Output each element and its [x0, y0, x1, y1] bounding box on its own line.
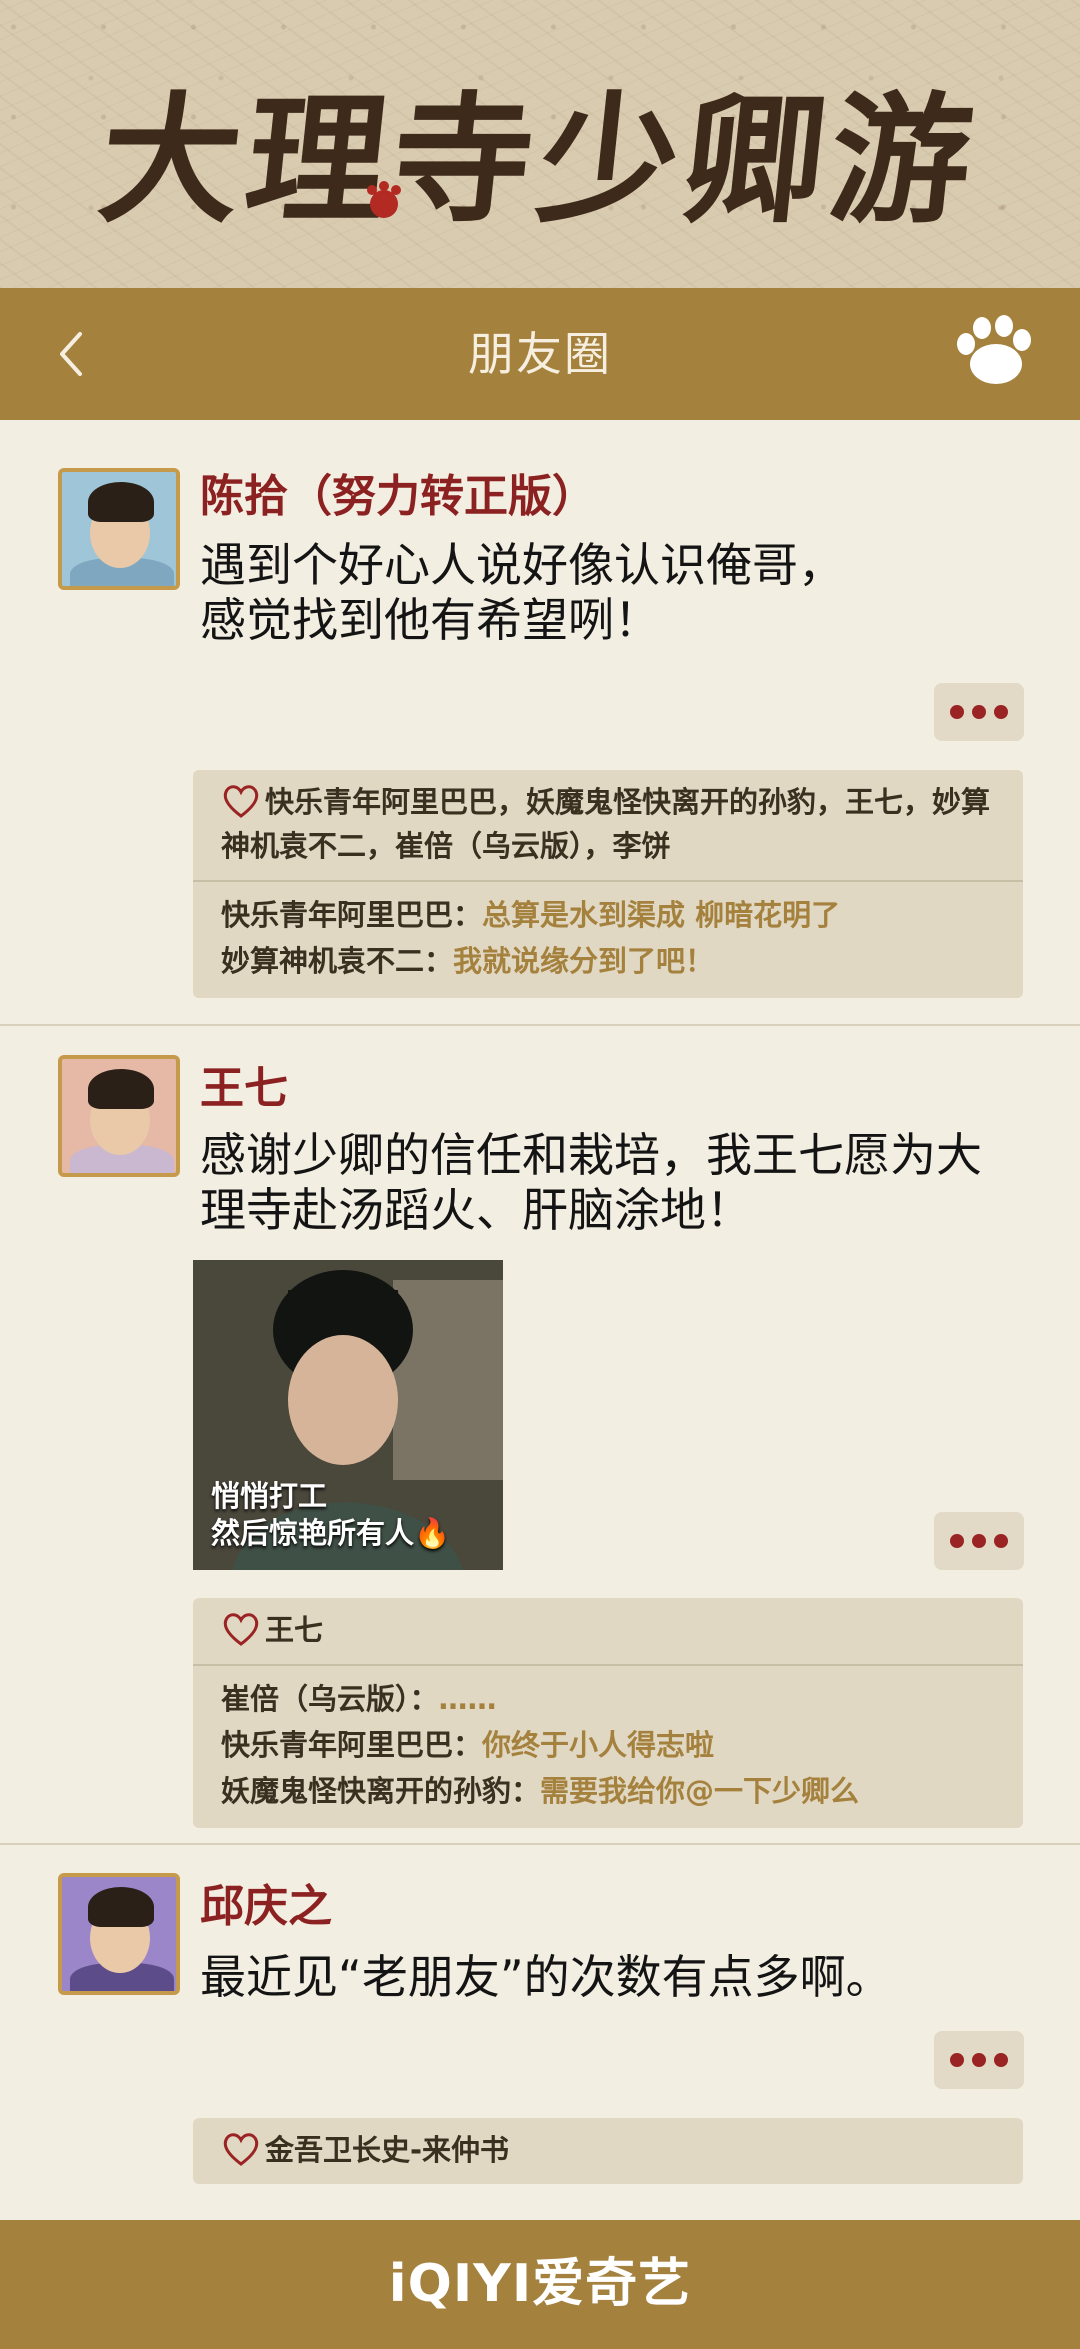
post-text: 感谢少卿的信任和栽培，我王七愿为大 理寺赴汤蹈火、肝脑涂地！ — [200, 1128, 982, 1237]
avatar[interactable] — [58, 1873, 180, 1995]
banner-title: 大理寺少卿游 — [92, 79, 986, 243]
footer: iQIYI爱奇艺 — [0, 2220, 1080, 2349]
post-author[interactable]: 邱庆之 — [200, 1870, 332, 1934]
heart-icon[interactable] — [221, 2132, 261, 2166]
banner: 大理寺少卿游 — [0, 0, 1080, 288]
more-button[interactable] — [934, 683, 1024, 741]
back-icon[interactable] — [52, 328, 92, 380]
divider — [0, 1024, 1080, 1026]
post-text: 最近见“老朋友”的次数有点多啊。 — [200, 1950, 892, 2004]
moments-page: 大理寺少卿游 朋友圈 陈拾（努力转正版） 遇到个好心人说好像认识俺哥， 感觉找到… — [0, 0, 1080, 2349]
post-author[interactable]: 王七 — [200, 1052, 288, 1116]
paw-icon[interactable] — [954, 314, 1036, 390]
top-bar: 朋友圈 — [0, 288, 1080, 420]
comment-item[interactable]: 快乐青年阿里巴巴：总算是水到渠成 柳暗花明了 — [221, 892, 995, 938]
photo-caption: 悄悄打工 然后惊艳所有人🔥 — [211, 1479, 451, 1550]
interaction-box: 快乐青年阿里巴巴，妖魔鬼怪快离开的孙豹，王七，妙算神机袁不二，崔倍（乌云版），李… — [193, 770, 1023, 998]
iqiyi-logo: iQIYI爱奇艺 — [388, 2254, 692, 2314]
more-button[interactable] — [934, 2031, 1024, 2089]
comment-item[interactable]: 妙算神机袁不二：我就说缘分到了吧！ — [221, 938, 995, 984]
likes-row: 快乐青年阿里巴巴，妖魔鬼怪快离开的孙豹，王七，妙算神机袁不二，崔倍（乌云版），李… — [193, 770, 1023, 880]
interaction-box: 王七 崔倍（乌云版）：…… 快乐青年阿里巴巴：你终于小人得志啦 妖魔鬼怪快离开的… — [193, 1598, 1023, 1828]
more-icon — [950, 2053, 964, 2067]
interaction-box: 金吾卫长史-来仲书 — [193, 2118, 1023, 2184]
post-text: 遇到个好心人说好像认识俺哥， 感觉找到他有希望咧！ — [200, 538, 844, 647]
likes-list: 金吾卫长史-来仲书 — [265, 2133, 510, 2167]
heart-icon[interactable] — [221, 1612, 261, 1646]
comment-item[interactable]: 快乐青年阿里巴巴：你终于小人得志啦 — [221, 1722, 995, 1768]
comments-list: 快乐青年阿里巴巴：总算是水到渠成 柳暗花明了 妙算神机袁不二：我就说缘分到了吧！ — [193, 880, 1023, 998]
comment-item[interactable]: 妖魔鬼怪快离开的孙豹：需要我给你@一下少卿么 — [221, 1768, 995, 1814]
more-icon — [950, 705, 964, 719]
seal-icon — [367, 181, 401, 218]
heart-icon[interactable] — [221, 784, 261, 818]
post-author[interactable]: 陈拾（努力转正版） — [200, 460, 596, 524]
post-photo[interactable]: 悄悄打工 然后惊艳所有人🔥 — [193, 1260, 503, 1570]
comments-list: 崔倍（乌云版）：…… 快乐青年阿里巴巴：你终于小人得志啦 妖魔鬼怪快离开的孙豹：… — [193, 1664, 1023, 1828]
avatar[interactable] — [58, 1055, 180, 1177]
avatar[interactable] — [58, 468, 180, 590]
likes-list: 王七 — [265, 1613, 324, 1647]
more-icon — [950, 1534, 964, 1548]
comment-item[interactable]: 崔倍（乌云版）：…… — [221, 1676, 995, 1722]
more-button[interactable] — [934, 1512, 1024, 1570]
likes-row: 金吾卫长史-来仲书 — [193, 2118, 1023, 2184]
likes-list: 快乐青年阿里巴巴，妖魔鬼怪快离开的孙豹，王七，妙算神机袁不二，崔倍（乌云版），李… — [221, 785, 991, 863]
likes-row: 王七 — [193, 1598, 1023, 1664]
divider — [0, 1843, 1080, 1845]
page-title: 朋友圈 — [468, 327, 612, 381]
